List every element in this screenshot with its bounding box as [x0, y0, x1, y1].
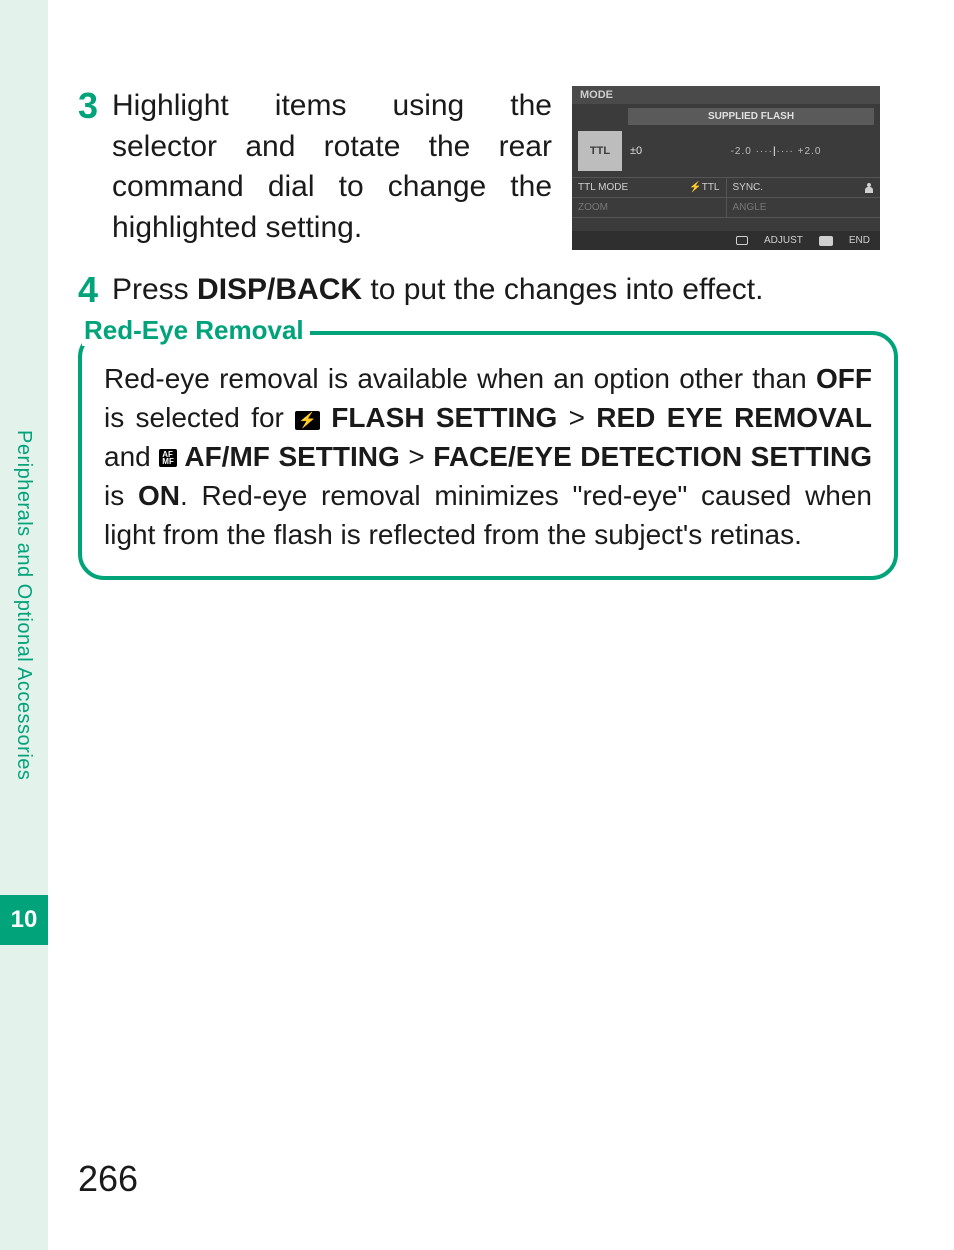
- lcd-value: ±0: [630, 145, 670, 157]
- lcd-zoom: ZOOM: [572, 198, 727, 217]
- page-content: 3 Highlight items using the selector and…: [78, 86, 908, 580]
- button-icon: [819, 236, 833, 246]
- lcd-end-label: END: [849, 235, 870, 246]
- sidebar-tab: Peripherals and Optional Accessories 10: [0, 0, 48, 1250]
- step-4: 4 Press DISP/BACK to put the changes int…: [78, 270, 908, 311]
- lcd-scale: -2.0 ····|···· +2.0: [678, 146, 874, 157]
- lcd-ttl-mode: TTL MODE ⚡TTL: [572, 178, 727, 197]
- callout-red-eye-removal: Red-Eye Removal Red-eye removal is avail…: [78, 331, 898, 581]
- lcd-supplied-flash: SUPPLIED FLASH: [628, 108, 874, 125]
- step-3: 3 Highlight items using the selector and…: [78, 86, 908, 250]
- lcd-sync: SYNC.: [727, 178, 881, 197]
- chapter-number-badge: 10: [0, 895, 48, 945]
- step-3-text: Highlight items using the selector and r…: [112, 86, 552, 250]
- lcd-footer: ADJUST END: [572, 231, 880, 250]
- step-number: 4: [78, 270, 112, 310]
- sidebar-section-title: Peripherals and Optional Accessories: [12, 430, 35, 780]
- person-icon: [864, 183, 874, 193]
- af-mf-icon: AFMF: [159, 449, 177, 467]
- lcd-angle: ANGLE: [727, 198, 881, 217]
- page-number: 266: [78, 1158, 138, 1200]
- callout-body: Red-eye removal is available when an opt…: [104, 359, 872, 555]
- dial-icon: [736, 236, 748, 245]
- lcd-mode-header: MODE: [572, 86, 880, 104]
- step-4-text: Press DISP/BACK to put the changes into …: [112, 270, 763, 311]
- callout-title: Red-Eye Removal: [82, 315, 310, 346]
- step-number: 3: [78, 86, 112, 126]
- lcd-adjust-label: ADJUST: [764, 235, 803, 246]
- lcd-screenshot: MODE SUPPLIED FLASH TTL ±0 -2.0 ····|···…: [572, 86, 880, 250]
- lcd-ttl-badge: TTL: [578, 131, 622, 171]
- flash-icon: [295, 411, 320, 430]
